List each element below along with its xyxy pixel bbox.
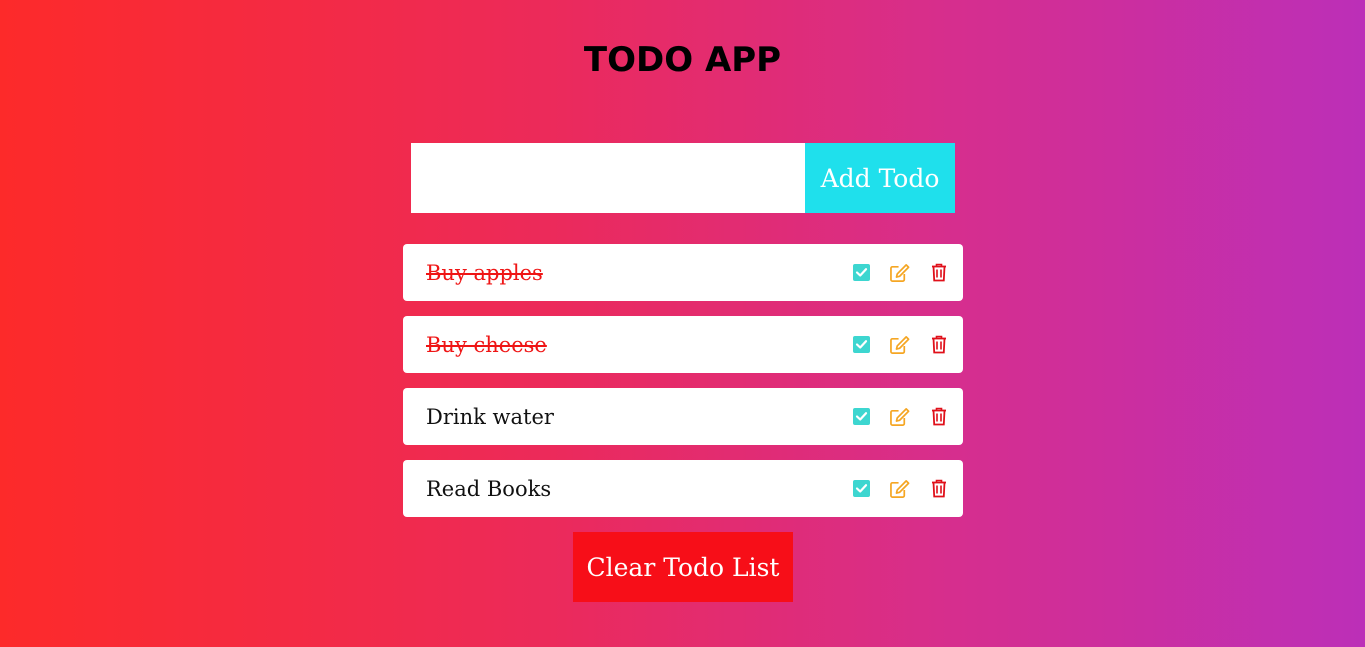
todo-actions [851,407,949,427]
check-square-icon[interactable] [851,335,871,355]
todo-text: Read Books [426,476,552,501]
add-todo-button[interactable]: Add Todo [805,143,955,213]
todo-text: Buy cheese [426,332,547,357]
todo-text: Drink water [426,404,554,429]
add-todo-form: Add Todo [411,143,955,213]
trash-icon[interactable] [929,479,949,499]
clear-todo-list-button[interactable]: Clear Todo List [573,532,793,602]
check-square-icon[interactable] [851,479,871,499]
edit-icon[interactable] [890,407,910,427]
todo-item: Buy cheese [403,316,963,373]
edit-icon[interactable] [890,479,910,499]
todo-item: Buy apples [403,244,963,301]
todo-actions [851,479,949,499]
check-square-icon[interactable] [851,263,871,283]
todo-actions [851,263,949,283]
edit-icon[interactable] [890,263,910,283]
edit-icon[interactable] [890,335,910,355]
todo-actions [851,335,949,355]
todo-list: Buy apples Buy cheese Drink water Read B… [403,244,963,532]
todo-text: Buy apples [426,260,543,285]
page-title: TODO APP [583,40,782,80]
trash-icon[interactable] [929,263,949,283]
todo-item: Read Books [403,460,963,517]
trash-icon[interactable] [929,407,949,427]
todo-item: Drink water [403,388,963,445]
todo-input[interactable] [411,143,805,213]
check-square-icon[interactable] [851,407,871,427]
trash-icon[interactable] [929,335,949,355]
